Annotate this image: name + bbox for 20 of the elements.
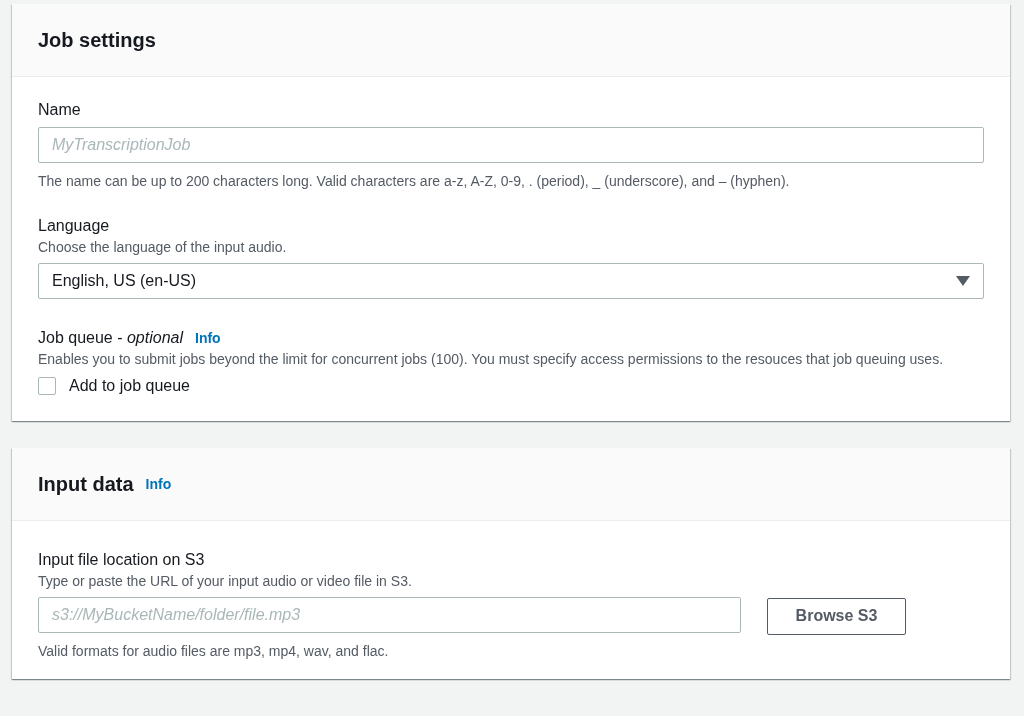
name-input[interactable]: MyTranscriptionJob	[38, 127, 984, 163]
browse-s3-button[interactable]: Browse S3	[767, 597, 906, 635]
checkbox-icon[interactable]	[38, 377, 56, 395]
language-select[interactable]: English, US (en-US)	[38, 263, 984, 299]
field-label: Job queue - optional	[38, 328, 183, 348]
field-description: The name can be up to 200 characters long. Valid characters are a-z, A-Z, 0-9, . (period), _ (underscore), and – (hyphen).	[38, 172, 791, 191]
info-link[interactable]: Info	[145, 476, 172, 492]
field-description: Valid formats for audio files are mp3, mp4, wav, and flac.	[38, 642, 390, 661]
s3-location-input[interactable]: s3://MyBucketName/folder/file.mp3	[38, 597, 741, 633]
field-label: Language	[38, 216, 111, 236]
field-label: Input file location on S3	[38, 550, 206, 570]
field-description: Enables you to submit jobs beyond the limit for concurrent jobs (100). You must specify access permissions to the resouces that job queuing uses.	[38, 350, 945, 369]
field-description: Choose the language of the input audio.	[38, 238, 288, 257]
section-title: Job settings	[38, 28, 156, 52]
dropdown-caret-icon	[956, 276, 970, 286]
section-title: Input data	[38, 472, 134, 496]
add-to-queue-checkbox[interactable]: Add to job queue	[38, 377, 984, 395]
field-description: Type or paste the URL of your input audio or video file in S3.	[38, 572, 413, 591]
info-link[interactable]: Info	[195, 330, 221, 346]
field-label: Name	[38, 100, 82, 120]
